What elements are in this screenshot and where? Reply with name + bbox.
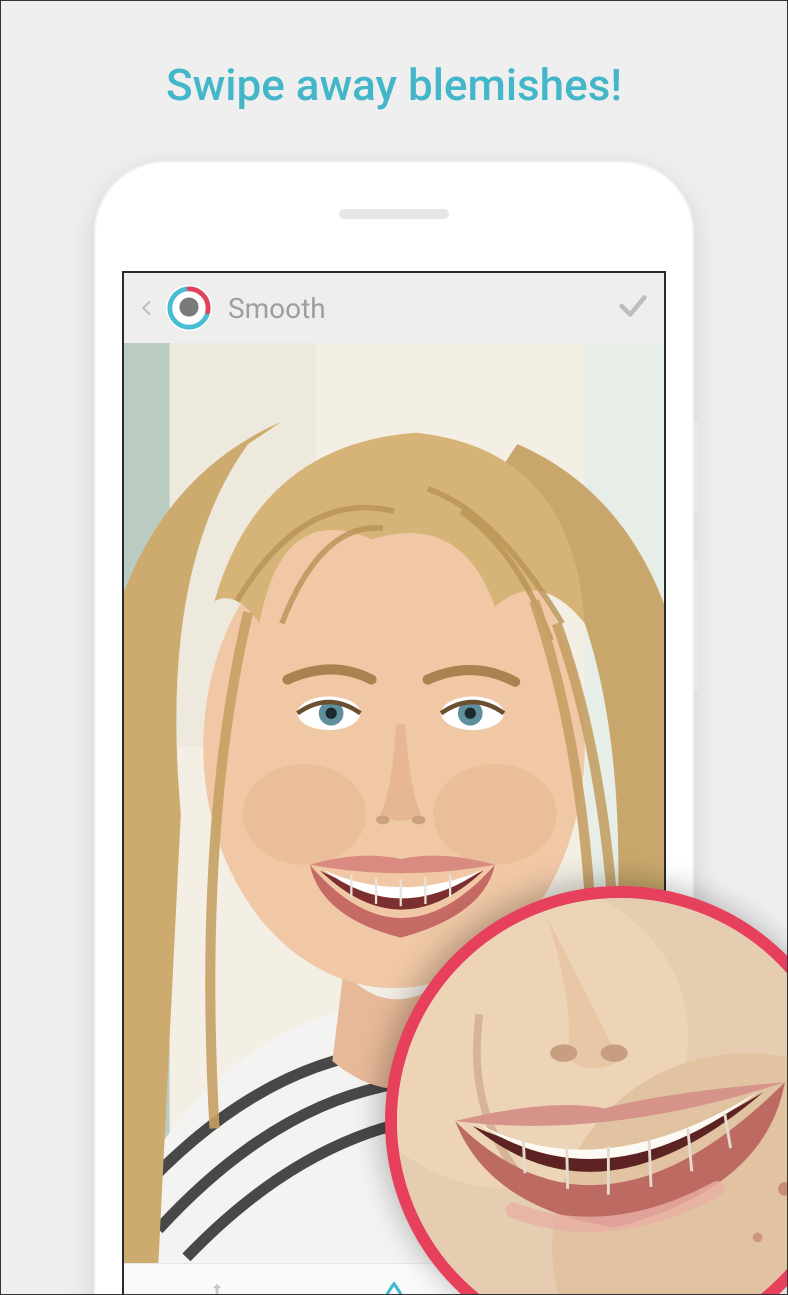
magnifier-closeup	[397, 898, 788, 1295]
chevron-left-icon	[138, 299, 156, 317]
promo-headline: Swipe away blemishes!	[1, 1, 787, 111]
drop-icon	[377, 1281, 411, 1295]
app-logo[interactable]	[166, 285, 212, 331]
check-icon	[616, 289, 650, 323]
promo-frame: Swipe away blemishes!	[0, 0, 788, 1295]
confirm-button[interactable]	[616, 289, 650, 327]
phone-volume-button	[694, 561, 699, 691]
app-topbar: Smooth	[124, 273, 664, 343]
back-button[interactable]	[138, 299, 156, 317]
phone-earpiece	[339, 209, 449, 219]
tool-move[interactable]: Move	[128, 1270, 305, 1295]
facetune-logo-icon	[166, 285, 212, 331]
topbar-title: Smooth	[228, 292, 606, 325]
move-icon	[200, 1281, 234, 1295]
phone-power-button	[694, 421, 699, 511]
